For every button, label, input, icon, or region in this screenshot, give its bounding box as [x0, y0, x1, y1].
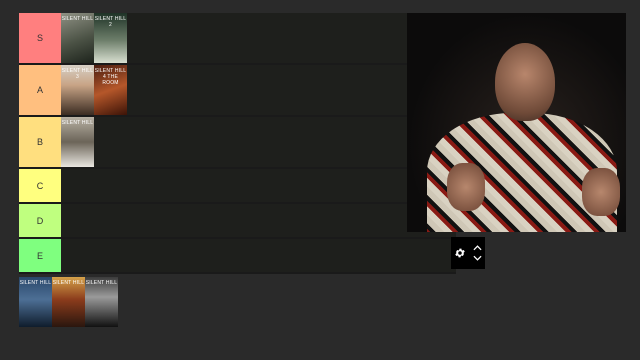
tier-row-a: A SILENT HILL 3 SILENT HILL 4 THE ROOM [19, 65, 456, 117]
tier-items-b[interactable]: SILENT HILL [61, 117, 456, 167]
chevron-up-icon[interactable] [473, 245, 482, 251]
tier-list: S SILENT HILL SILENT HILL 2 A SILENT HIL… [19, 13, 456, 274]
tier-label-c[interactable]: C [19, 169, 61, 202]
cover-title: SILENT HILL [61, 120, 94, 126]
tier-items-d[interactable] [61, 204, 456, 237]
tier-row-e: E [19, 239, 456, 274]
webcam-person-hand [582, 168, 620, 216]
cover-title: SILENT HILL [61, 16, 94, 22]
game-cover[interactable]: SILENT HILL 3 [61, 65, 94, 115]
tier-row-b: B SILENT HILL [19, 117, 456, 169]
tier-label-b[interactable]: B [19, 117, 61, 167]
row-controls [451, 237, 485, 269]
cover-title: SILENT HILL [85, 280, 118, 286]
tier-items-s[interactable]: SILENT HILL SILENT HILL 2 [61, 13, 456, 63]
game-cover[interactable]: SILENT HILL [61, 13, 94, 63]
tier-label-e[interactable]: E [19, 239, 61, 272]
webcam-person-head [495, 43, 555, 121]
webcam-person-hand [447, 163, 485, 211]
cover-title: SILENT HILL [19, 280, 52, 286]
tier-label-s[interactable]: S [19, 13, 61, 63]
unranked-tray[interactable]: SILENT HILL SILENT HILL SILENT HILL [19, 277, 118, 327]
cover-title: SILENT HILL 3 [61, 68, 94, 80]
game-cover[interactable]: SILENT HILL [61, 117, 94, 167]
chevron-down-icon[interactable] [473, 255, 482, 261]
game-cover[interactable]: SILENT HILL 4 THE ROOM [94, 65, 127, 115]
game-cover[interactable]: SILENT HILL 2 [94, 13, 127, 63]
tier-items-c[interactable] [61, 169, 456, 202]
cover-title: SILENT HILL 2 [94, 16, 127, 28]
gear-icon[interactable] [454, 247, 466, 259]
game-cover[interactable]: SILENT HILL [85, 277, 118, 327]
tier-row-d: D [19, 204, 456, 239]
game-cover[interactable]: SILENT HILL [52, 277, 85, 327]
tier-row-s: S SILENT HILL SILENT HILL 2 [19, 13, 456, 65]
tier-items-e[interactable] [61, 239, 456, 272]
tier-row-c: C [19, 169, 456, 204]
webcam-overlay [407, 13, 626, 232]
game-cover[interactable]: SILENT HILL [19, 277, 52, 327]
tier-label-a[interactable]: A [19, 65, 61, 115]
tier-label-d[interactable]: D [19, 204, 61, 237]
tier-items-a[interactable]: SILENT HILL 3 SILENT HILL 4 THE ROOM [61, 65, 456, 115]
cover-title: SILENT HILL [52, 280, 85, 286]
cover-title: SILENT HILL 4 THE ROOM [94, 68, 127, 86]
